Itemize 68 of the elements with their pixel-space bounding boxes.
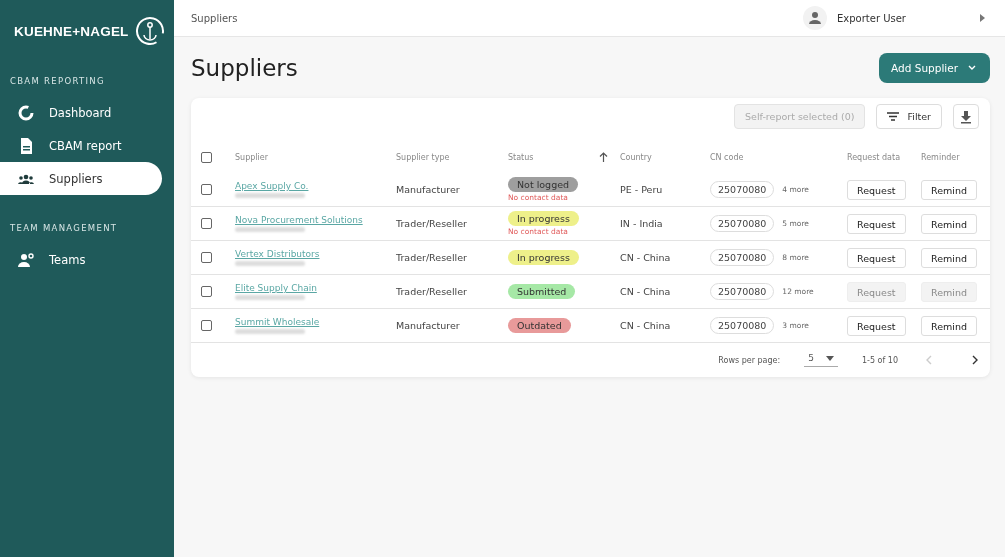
- remind-button[interactable]: Remind: [921, 316, 977, 337]
- request-button[interactable]: Request: [847, 180, 906, 201]
- user-avatar-icon[interactable]: [803, 6, 827, 30]
- supplier-type: Trader/Reseller: [396, 218, 468, 229]
- user-name[interactable]: Exporter User: [837, 12, 906, 24]
- chevron-down-icon[interactable]: [968, 65, 976, 71]
- donut-icon: [17, 103, 35, 122]
- company-logo: KUEHNE+NAGEL: [14, 23, 129, 39]
- redacted-email: [235, 193, 305, 198]
- status-badge: In progress: [508, 211, 579, 226]
- anchor-icon: [134, 16, 165, 46]
- supplier-type: Trader/Reseller: [396, 286, 468, 297]
- remind-button[interactable]: Remind: [921, 248, 977, 269]
- request-button[interactable]: Request: [847, 214, 906, 235]
- redacted-email: [235, 329, 305, 334]
- dropdown-arrow-icon[interactable]: [825, 355, 834, 361]
- nav-item[interactable]: Suppliers: [0, 162, 162, 195]
- redacted-email: [235, 227, 305, 232]
- section-heading: CBAM REPORTING: [9, 76, 106, 86]
- request-button[interactable]: Request: [847, 248, 906, 269]
- team-icon: [17, 250, 35, 269]
- supplier-type: Trader/Reseller: [396, 252, 468, 263]
- rows-per-page-select[interactable]: 5: [804, 353, 838, 367]
- nav-item[interactable]: Teams: [0, 243, 162, 276]
- country: CN - China: [620, 286, 672, 297]
- status-badge: Not logged: [508, 177, 579, 192]
- add-supplier-button[interactable]: Add Supplier: [879, 53, 990, 83]
- supplier-type: Manufacturer: [396, 184, 461, 195]
- nav-item[interactable]: Dashboard: [0, 96, 162, 129]
- country: CN - China: [620, 320, 672, 331]
- row-checkbox[interactable]: [201, 252, 212, 263]
- column-header: Reminder: [921, 152, 961, 162]
- row-checkbox[interactable]: [201, 320, 212, 331]
- row-checkbox[interactable]: [201, 184, 212, 195]
- status-badge: Outdated: [508, 318, 571, 333]
- status-badge: Submitted: [508, 284, 576, 299]
- next-page-button[interactable]: [970, 355, 978, 365]
- column-header: Request data: [847, 152, 902, 162]
- remind-button[interactable]: Remind: [921, 214, 977, 235]
- redacted-email: [235, 261, 305, 266]
- column-header[interactable]: Status: [508, 152, 534, 162]
- page-title: Suppliers: [191, 55, 298, 81]
- nav-item[interactable]: CBAM report: [0, 129, 162, 162]
- column-header: CN code: [710, 152, 745, 162]
- select-all-checkbox[interactable]: [201, 151, 212, 163]
- rows-per-page-label: Rows per page:: [718, 355, 781, 365]
- sort-arrow-icon[interactable]: [599, 152, 608, 162]
- request-button[interactable]: Request: [847, 316, 906, 337]
- status-badge: In progress: [508, 250, 579, 265]
- supplier-type: Manufacturer: [396, 320, 461, 331]
- country: PE - Peru: [620, 184, 664, 195]
- caret-icon[interactable]: [980, 14, 985, 22]
- page-range: 1-5 of 10: [861, 355, 898, 365]
- remind-button[interactable]: Remind: [921, 180, 977, 201]
- redacted-email: [235, 295, 305, 300]
- country: IN - India: [620, 218, 664, 229]
- country: CN - China: [620, 252, 672, 263]
- column-header: Supplier type: [396, 152, 451, 162]
- breadcrumb: Suppliers: [191, 12, 238, 24]
- filter-button[interactable]: Filter: [876, 104, 942, 129]
- filter-icon[interactable]: [887, 112, 900, 121]
- row-checkbox[interactable]: [201, 218, 212, 229]
- download-button[interactable]: [953, 104, 979, 129]
- column-header[interactable]: Supplier: [235, 152, 396, 162]
- column-header: Country: [620, 152, 653, 162]
- row-checkbox[interactable]: [201, 286, 212, 297]
- download-icon[interactable]: [959, 109, 973, 124]
- section-heading: TEAM MANAGEMENT: [9, 223, 119, 233]
